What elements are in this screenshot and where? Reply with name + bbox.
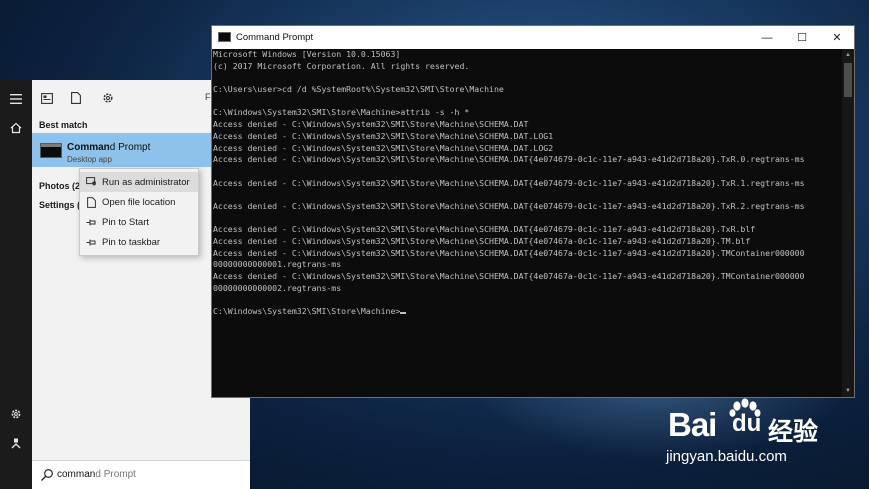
console-line: C:\Windows\System32\SMI\Store\Machine>at… — [213, 107, 470, 118]
close-button[interactable]: ✕ — [820, 26, 854, 49]
command-prompt-title-icon — [218, 32, 231, 42]
best-match-heading: Best match — [39, 120, 88, 130]
console-line: Access denied - C:\Windows\System32\SMI\… — [213, 177, 805, 188]
console-output[interactable]: Microsoft Windows [Version 10.0.15063] (c… — [213, 49, 842, 397]
search-icon — [40, 469, 53, 482]
command-prompt-window[interactable]: Command Prompt — ☐ ✕ Microsoft Windows [… — [211, 25, 855, 398]
watermark-bai-text: Bai — [668, 406, 717, 443]
console-line: Access denied - C:\Windows\System32\SMI\… — [213, 119, 529, 130]
console-line: C:\Users\user>cd /d %SystemRoot%\System3… — [213, 84, 504, 95]
home-icon[interactable] — [0, 114, 32, 142]
context-menu-pin-to-taskbar[interactable]: Pin to taskbar — [80, 232, 198, 252]
search-typed-text: comman — [57, 469, 96, 480]
watermark-du-text: du — [732, 410, 762, 437]
watermark-url: jingyan.baidu.com — [666, 448, 787, 465]
start-menu-rail — [0, 80, 32, 489]
console-line: Access denied - C:\Windows\System32\SMI\… — [213, 236, 751, 246]
console-line: C:\Windows\System32\SMI\Store\Machine> — [213, 306, 842, 318]
best-match-app-type: Desktop app — [67, 155, 112, 164]
context-menu: Run as administrator Open file location … — [79, 168, 199, 256]
maximize-button[interactable]: ☐ — [785, 26, 819, 49]
console-line: Access denied - C:\Windows\System32\SMI\… — [213, 271, 805, 282]
window-titlebar[interactable]: Command Prompt — ☐ ✕ — [212, 26, 854, 49]
console-scrollbar[interactable]: ▲ ▼ — [842, 49, 854, 397]
user-account-icon[interactable] — [0, 429, 32, 457]
console-line: 00000000000002.regtrans-ms — [213, 282, 342, 293]
context-menu-pin-to-start[interactable]: Pin to Start — [80, 212, 198, 232]
console-line: Access denied - C:\Windows\System32\SMI\… — [213, 224, 756, 235]
hamburger-menu-icon[interactable] — [0, 85, 32, 113]
window-title: Command Prompt — [236, 32, 314, 43]
shield-icon — [80, 177, 102, 187]
settings-filter-icon[interactable] — [99, 89, 117, 107]
scroll-up-arrow-icon[interactable]: ▲ — [842, 49, 854, 61]
search-input[interactable]: command Prompt — [57, 469, 136, 480]
pin-icon — [80, 218, 102, 227]
minimize-button[interactable]: — — [750, 26, 784, 49]
console-line: Access denied - C:\Windows\System32\SMI\… — [213, 142, 554, 153]
pin-icon — [80, 238, 102, 247]
scroll-down-arrow-icon[interactable]: ▼ — [842, 385, 854, 397]
context-menu-item-label: Pin to taskbar — [102, 236, 161, 248]
console-line: Access denied - C:\Windows\System32\SMI\… — [213, 200, 805, 211]
console-line: Access denied - C:\Windows\System32\SMI\… — [213, 247, 805, 258]
search-suggestion-text: d Prompt — [95, 469, 136, 480]
documents-filter-icon[interactable] — [67, 89, 85, 107]
context-menu-item-label: Run as administrator — [102, 176, 190, 188]
best-match-app-name: Command Prompt — [67, 142, 151, 153]
context-menu-item-label: Pin to Start — [102, 216, 149, 228]
context-menu-run-as-administrator[interactable]: Run as administrator — [80, 172, 198, 192]
console-line: Access denied - C:\Windows\System32\SMI\… — [213, 154, 805, 165]
file-location-icon — [80, 196, 102, 208]
start-search-box[interactable]: command Prompt — [32, 460, 250, 489]
settings-gear-icon[interactable] — [0, 400, 32, 428]
baidu-jingyan-watermark: Bai du 经验 jingyan.baidu.com — [664, 398, 864, 468]
apps-filter-icon[interactable] — [38, 89, 56, 107]
command-prompt-app-icon — [40, 143, 62, 158]
watermark-jingyan-text: 经验 — [768, 418, 819, 446]
scrollbar-thumb[interactable] — [844, 63, 852, 97]
console-line: (c) 2017 Microsoft Corporation. All righ… — [213, 60, 470, 71]
console-line: 00000000000001.regtrans-ms — [213, 259, 342, 270]
text-cursor — [400, 312, 407, 315]
context-menu-item-label: Open file location — [102, 196, 176, 208]
console-line: Microsoft Windows [Version 10.0.15063] — [213, 49, 401, 59]
context-menu-open-file-location[interactable]: Open file location — [80, 192, 198, 212]
console-line: Access denied - C:\Windows\System32\SMI\… — [213, 130, 554, 141]
